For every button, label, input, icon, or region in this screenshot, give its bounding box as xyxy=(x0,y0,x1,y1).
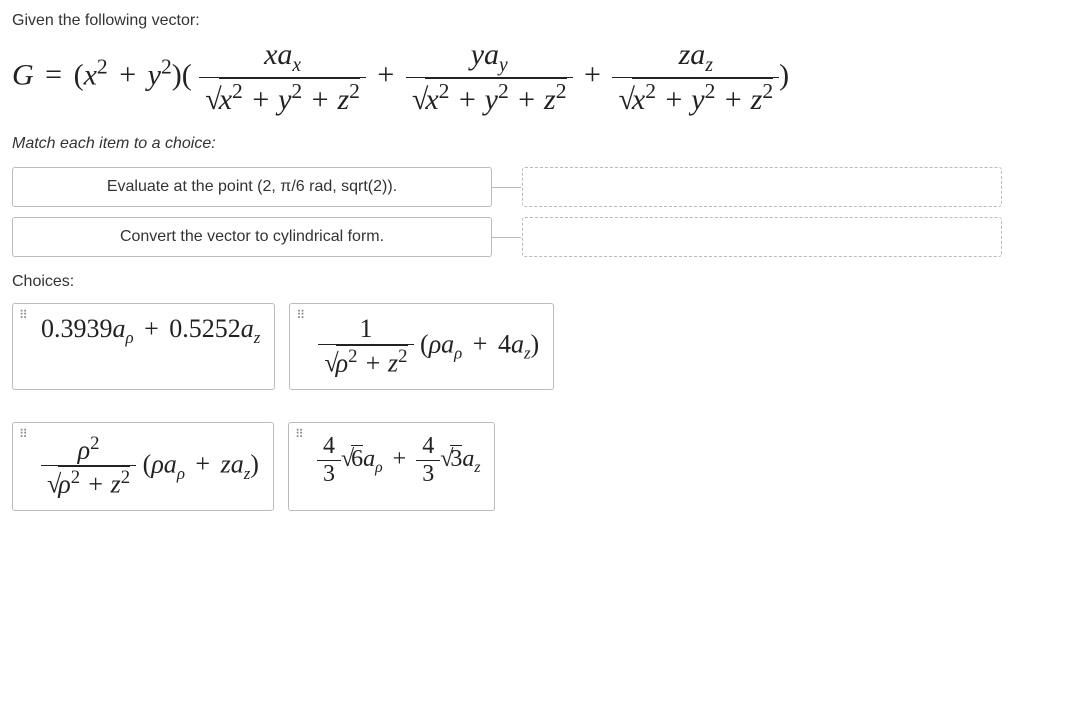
drag-handle-icon: ⠿ xyxy=(295,431,305,437)
connector-line xyxy=(491,237,521,238)
match-item-label: Convert the vector to cylindrical form. xyxy=(120,228,384,245)
match-area: Evaluate at the point (2, π/6 rad, sqrt(… xyxy=(12,167,1068,257)
connector-line xyxy=(491,187,521,188)
choice-a[interactable]: ⠿ 0.3939aρ + 0.5252az xyxy=(12,303,275,390)
match-item-convert[interactable]: Convert the vector to cylindrical form. xyxy=(12,217,492,257)
drop-zone-2[interactable] xyxy=(522,217,1002,257)
drop-zone-1[interactable] xyxy=(522,167,1002,207)
match-item-label: Evaluate at the point (2, π/6 rad, sqrt(… xyxy=(107,178,397,195)
choices-area: ⠿ 0.3939aρ + 0.5252az ⠿ 1 √ρ2 + z2 (ρaρ … xyxy=(12,303,1068,511)
drag-handle-icon: ⠿ xyxy=(19,312,29,318)
match-item-evaluate[interactable]: Evaluate at the point (2, π/6 rad, sqrt(… xyxy=(12,167,492,207)
choice-c[interactable]: ⠿ ρ2 √ρ2 + z2 (ρaρ + zaz) xyxy=(12,422,274,511)
drag-handle-icon: ⠿ xyxy=(296,312,306,318)
drag-handle-icon: ⠿ xyxy=(19,431,29,437)
choices-label: Choices: xyxy=(12,273,1068,291)
main-equation: G = (x2 + y2)( xax √x2 + y2 + z2 + yay √… xyxy=(12,38,1068,117)
choice-d[interactable]: ⠿ 4 3 √6aρ + 4 3 √3az xyxy=(288,422,495,511)
match-instruction: Match each item to a choice: xyxy=(12,135,1068,153)
intro-text: Given the following vector: xyxy=(12,12,1068,30)
choice-b[interactable]: ⠿ 1 √ρ2 + z2 (ρaρ + 4az) xyxy=(289,303,554,390)
